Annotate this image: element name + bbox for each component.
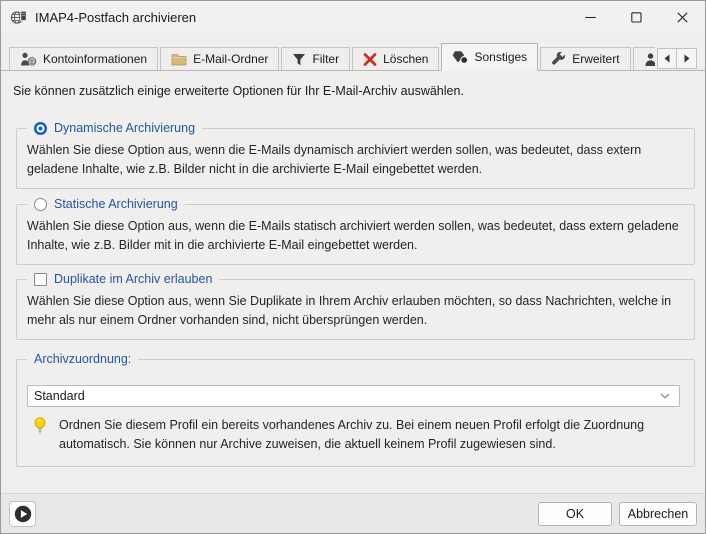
filter-icon (292, 53, 306, 66)
dynamic-archiving-label: Dynamische Archivierung (54, 120, 195, 137)
arrow-left-icon (663, 54, 671, 63)
shapes-icon (452, 50, 468, 64)
static-archiving-radio[interactable] (34, 198, 47, 211)
archive-select-value: Standard (34, 389, 659, 403)
duplicates-label: Duplikate im Archiv erlauben (54, 271, 212, 288)
tab-label: Filter (312, 52, 339, 66)
static-archiving-group: Statische Archivierung Wählen Sie diese … (16, 204, 695, 265)
static-archiving-option[interactable]: Statische Archivierung (27, 196, 185, 213)
duplicates-checkbox[interactable] (34, 273, 47, 286)
dynamic-archiving-group: Dynamische Archivierung Wählen Sie diese… (16, 128, 695, 189)
tab-bar: @ Kontoinformationen E-Mail-Ordner Filte… (1, 33, 705, 71)
titlebar: IMAP4-Postfach archivieren (1, 1, 705, 33)
lightbulb-icon (33, 417, 47, 454)
tab-scroll-right-button[interactable] (677, 48, 697, 69)
maximize-button[interactable] (613, 1, 659, 33)
archive-hint-text: Ordnen Sie diesem Profil ein bereits vor… (59, 416, 661, 454)
close-button[interactable] (659, 1, 705, 33)
window-title: IMAP4-Postfach archivieren (35, 10, 196, 25)
dialog-window: IMAP4-Postfach archivieren @ (0, 0, 706, 534)
wrench-icon (551, 52, 566, 66)
footer-bar: OK Abbrechen (1, 493, 705, 533)
sonstiges-tab-pane: Sie können zusätzlich einige erweiterte … (1, 71, 705, 493)
delete-x-icon (363, 53, 377, 66)
folder-icon (171, 53, 187, 66)
duplicates-description: Wählen Sie diese Option aus, wenn Sie Du… (27, 292, 680, 330)
tab-label: Kontoinformationen (43, 52, 147, 66)
tab-label: Löschen (383, 52, 428, 66)
tab-filter[interactable]: Filter (281, 47, 350, 70)
tab-loeschen[interactable]: Löschen (352, 47, 439, 70)
account-icon: @ (20, 52, 37, 66)
chevron-down-icon (659, 392, 671, 400)
user-icon (644, 53, 655, 66)
static-archiving-label: Statische Archivierung (54, 196, 178, 213)
archive-assignment-group: Archivzuordnung: Standard Ordnen Sie die… (16, 359, 695, 467)
dynamic-archiving-radio[interactable] (34, 122, 47, 135)
duplicates-group: Duplikate im Archiv erlauben Wählen Sie … (16, 279, 695, 340)
tab-scroller (657, 48, 697, 69)
cancel-button[interactable]: Abbrechen (619, 502, 697, 526)
static-archiving-description: Wählen Sie diese Option aus, wenn die E-… (27, 217, 680, 255)
tab-label: E-Mail-Ordner (193, 52, 268, 66)
play-circle-icon (14, 505, 32, 523)
intro-text: Sie können zusätzlich einige erweiterte … (13, 84, 695, 98)
ok-button[interactable]: OK (538, 502, 612, 526)
archive-hint-row: Ordnen Sie diesem Profil ein bereits vor… (27, 416, 680, 454)
tab-scroll-left-button[interactable] (657, 48, 677, 69)
dynamic-archiving-option[interactable]: Dynamische Archivierung (27, 120, 202, 137)
maximize-icon (631, 12, 642, 23)
app-globe-server-icon (10, 9, 27, 25)
tab-email-ordner[interactable]: E-Mail-Ordner (160, 47, 279, 70)
run-button[interactable] (9, 501, 36, 527)
close-icon (677, 12, 688, 23)
arrow-right-icon (683, 54, 691, 63)
tab-benutzerzuweisung[interactable]: Benutzerzuw (633, 47, 655, 70)
archive-assignment-legend: Archivzuordnung: (27, 351, 138, 368)
tab-label: Sonstiges (474, 50, 527, 64)
svg-text:@: @ (28, 59, 35, 66)
tab-erweitert[interactable]: Erweitert (540, 47, 630, 70)
dynamic-archiving-description: Wählen Sie diese Option aus, wenn die E-… (27, 141, 680, 179)
tab-kontoinformationen[interactable]: @ Kontoinformationen (9, 47, 158, 70)
window-controls (567, 1, 705, 33)
duplicates-option[interactable]: Duplikate im Archiv erlauben (27, 271, 219, 288)
archive-assignment-label: Archivzuordnung: (34, 351, 131, 368)
tab-label: Erweitert (572, 52, 619, 66)
minimize-icon (585, 12, 596, 23)
archive-select[interactable]: Standard (27, 385, 680, 407)
tab-sonstiges[interactable]: Sonstiges (441, 43, 538, 71)
minimize-button[interactable] (567, 1, 613, 33)
